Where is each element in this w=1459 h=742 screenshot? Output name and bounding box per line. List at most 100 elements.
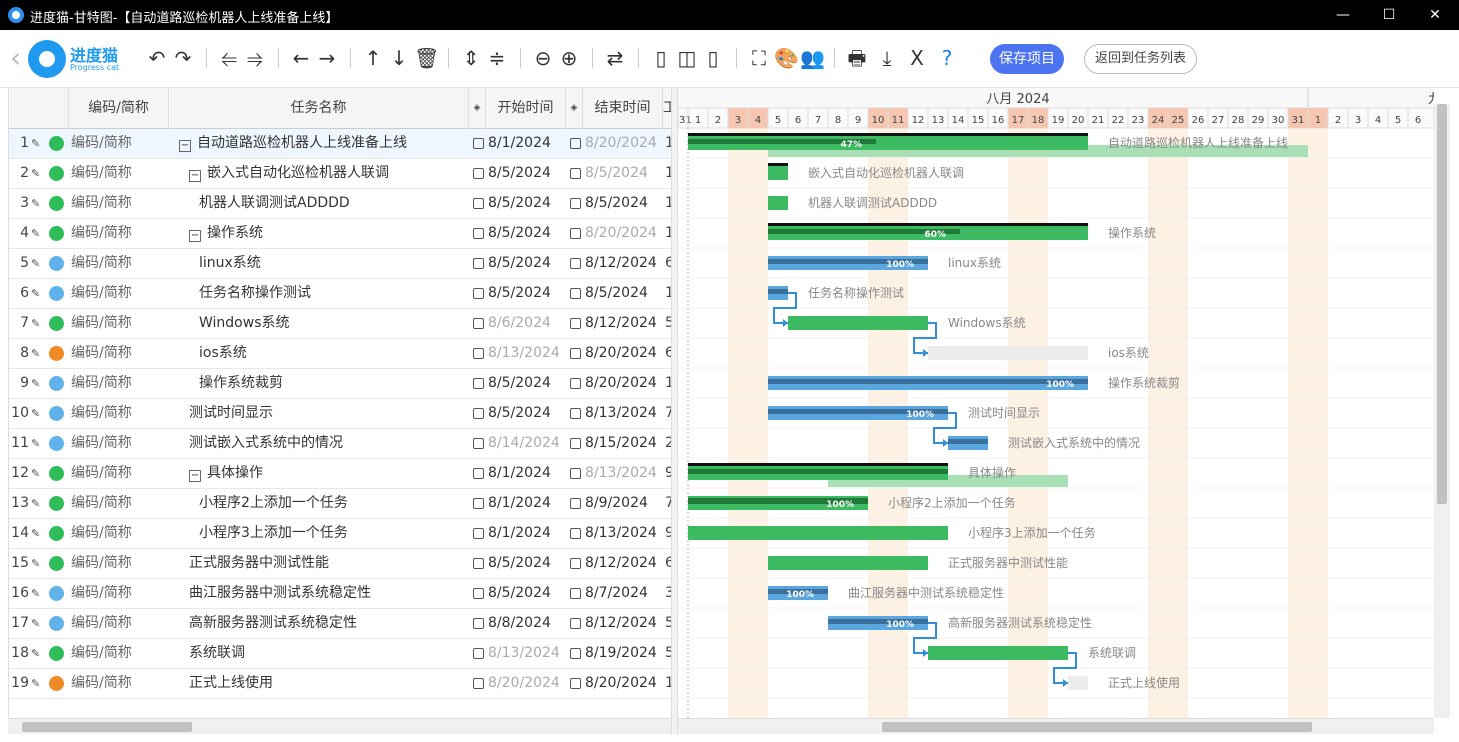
collapse-toggle-icon[interactable]: − [189, 230, 201, 242]
indent-icon[interactable]: ⥤ [244, 44, 266, 72]
end-date[interactable]: 8/20/2024 [585, 129, 665, 158]
task-code[interactable]: 编码/简称 [71, 399, 167, 428]
help-icon[interactable]: ? [936, 44, 958, 72]
end-lock-checkbox[interactable] [570, 498, 581, 509]
edit-pencil-icon[interactable]: ✎ [31, 249, 45, 278]
task-code[interactable]: 编码/简称 [71, 549, 167, 578]
start-lock-checkbox[interactable] [473, 678, 484, 689]
start-lock-checkbox[interactable] [473, 288, 484, 299]
end-date[interactable]: 8/19/2024 [585, 639, 665, 668]
table-row[interactable]: 6✎编码/简称任务名称操作测试8/5/20248/5/20241 [9, 279, 671, 309]
layout-grid-icon[interactable]: ▯ [650, 44, 672, 72]
task-name[interactable]: 小程序3上添加一个任务 [179, 519, 469, 548]
end-lock-checkbox[interactable] [570, 468, 581, 479]
table-row[interactable]: 9✎编码/简称操作系统裁剪8/5/20248/20/20241 [9, 369, 671, 399]
table-row[interactable]: 18✎编码/简称系统联调8/13/20248/19/20245 [9, 639, 671, 669]
outdent-icon[interactable]: ⥢ [218, 44, 240, 72]
task-code[interactable]: 编码/简称 [71, 489, 167, 518]
task-code[interactable]: 编码/简称 [71, 579, 167, 608]
start-lock-checkbox[interactable] [473, 138, 484, 149]
task-code[interactable]: 编码/简称 [71, 369, 167, 398]
end-lock-checkbox[interactable] [570, 438, 581, 449]
table-row[interactable]: 3✎编码/简称机器人联调测试ADDDD8/5/20248/5/20241 [9, 189, 671, 219]
end-date[interactable]: 8/12/2024 [585, 309, 665, 338]
end-date[interactable]: 8/20/2024 [585, 339, 665, 368]
edit-pencil-icon[interactable]: ✎ [31, 489, 45, 518]
end-date[interactable]: 8/13/2024 [585, 459, 665, 488]
move-up-icon[interactable]: ↑ [362, 44, 384, 72]
table-row[interactable]: 15✎编码/简称正式服务器中测试性能8/5/20248/12/20246 [9, 549, 671, 579]
task-name[interactable]: Windows系统 [179, 309, 469, 338]
task-code[interactable]: 编码/简称 [71, 279, 167, 308]
end-lock-checkbox[interactable] [570, 288, 581, 299]
end-lock-checkbox[interactable] [570, 258, 581, 269]
table-row[interactable]: 1 ✎ 编码/简称 − 自动道路巡检机器人上线准备上线 8/1/2024 8/20/2024… [9, 129, 671, 159]
start-date[interactable]: 8/5/2024 [488, 279, 566, 308]
edit-pencil-icon[interactable]: ✎ [31, 309, 45, 338]
start-lock-checkbox[interactable] [473, 198, 484, 209]
table-row[interactable]: 2✎编码/简称−嵌入式自动化巡检机器人联调8/5/20248/5/20241 [9, 159, 671, 189]
edit-pencil-icon[interactable]: ✎ [31, 279, 45, 308]
table-row[interactable]: 7✎编码/简称Windows系统8/6/20248/12/20245 [9, 309, 671, 339]
print-icon[interactable]: 🖶 [846, 44, 868, 72]
task-name[interactable]: − 嵌入式自动化巡检机器人联调 [179, 159, 469, 188]
start-date[interactable]: 8/5/2024 [488, 399, 566, 428]
task-name[interactable]: 测试嵌入式系统中的情况 [179, 429, 469, 458]
scrollbar-thumb[interactable] [22, 722, 192, 732]
start-lock-checkbox[interactable] [473, 378, 484, 389]
table-row[interactable]: 14✎编码/简称小程序3上添加一个任务8/1/20248/13/20249 [9, 519, 671, 549]
end-date[interactable]: 8/12/2024 [585, 549, 665, 578]
end-date[interactable]: 8/13/2024 [585, 519, 665, 548]
gantt-horizontal-scrollbar[interactable] [678, 718, 1434, 734]
edit-pencil-icon[interactable]: ✎ [31, 399, 45, 428]
logo[interactable]: ‹ 进度猫 Progress cat [10, 38, 140, 80]
end-date[interactable]: 8/13/2024 [585, 399, 665, 428]
end-date[interactable]: 8/20/2024 [585, 669, 665, 698]
table-row[interactable]: 12✎编码/简称−具体操作8/1/20248/13/20249 [9, 459, 671, 489]
redo-icon[interactable]: ↷ [172, 44, 194, 72]
edit-pencil-icon[interactable]: ✎ [31, 549, 45, 578]
start-lock-checkbox[interactable] [473, 618, 484, 629]
start-date[interactable]: 8/14/2024 [488, 429, 566, 458]
collapse-toggle-icon[interactable]: − [179, 140, 191, 152]
task-name[interactable]: 曲江服务器中测试系统稳定性 [179, 579, 469, 608]
end-lock-checkbox[interactable] [570, 558, 581, 569]
task-code[interactable]: 编码/简称 [71, 669, 167, 698]
minimize-button[interactable]: — [1320, 0, 1366, 30]
edit-pencil-icon[interactable]: ✎ [31, 429, 45, 458]
back-to-task-list-button[interactable]: 返回到任务列表 [1084, 44, 1197, 74]
grid-horizontal-scrollbar[interactable] [8, 718, 671, 734]
start-date[interactable]: 8/5/2024 [488, 249, 566, 278]
edit-pencil-icon[interactable]: ✎ [31, 189, 45, 218]
task-name[interactable]: − 操作系统 [179, 219, 469, 248]
end-date[interactable]: 8/5/2024 [585, 189, 665, 218]
shuffle-icon[interactable]: ⇄ [604, 44, 626, 72]
fullscreen-icon[interactable]: ⛶ [748, 44, 770, 72]
end-date[interactable]: 8/12/2024 [585, 249, 665, 278]
task-name[interactable]: 任务名称操作测试 [179, 279, 469, 308]
table-row[interactable]: 16✎编码/简称曲江服务器中测试系统稳定性8/5/20248/7/20243 [9, 579, 671, 609]
back-chevron-icon[interactable]: ‹ [10, 44, 21, 72]
task-code[interactable]: 编码/简称 [71, 309, 167, 338]
start-date[interactable]: 8/5/2024 [488, 189, 566, 218]
task-code[interactable]: 编码/简称 [71, 429, 167, 458]
scrollbar-thumb[interactable] [1437, 104, 1447, 504]
task-name[interactable]: 机器人联调测试ADDDD [179, 189, 469, 218]
task-name[interactable]: 系统联调 [179, 639, 469, 668]
start-date[interactable]: 8/1/2024 [488, 129, 566, 158]
start-lock-checkbox[interactable] [473, 258, 484, 269]
edit-pencil-icon[interactable]: ✎ [31, 669, 45, 698]
end-lock-checkbox[interactable] [570, 528, 581, 539]
delete-icon[interactable]: 🗑 [414, 44, 439, 72]
save-project-button[interactable]: 保存项目 [990, 44, 1064, 74]
task-code[interactable]: 编码/简称 [71, 249, 167, 278]
edit-pencil-icon[interactable]: ✎ [31, 219, 45, 248]
start-lock-checkbox[interactable] [473, 588, 484, 599]
header-end-sort-icon[interactable]: ◈ [566, 88, 583, 129]
table-row[interactable]: 17✎编码/简称高新服务器测试系统稳定性8/8/20248/12/20245 [9, 609, 671, 639]
task-code[interactable]: 编码/简称 [71, 519, 167, 548]
task-code[interactable]: 编码/简称 [71, 189, 167, 218]
task-code[interactable]: 编码/简称 [71, 459, 167, 488]
task-code[interactable]: 编码/简称 [71, 159, 167, 188]
collapse-toggle-icon[interactable]: − [189, 170, 201, 182]
